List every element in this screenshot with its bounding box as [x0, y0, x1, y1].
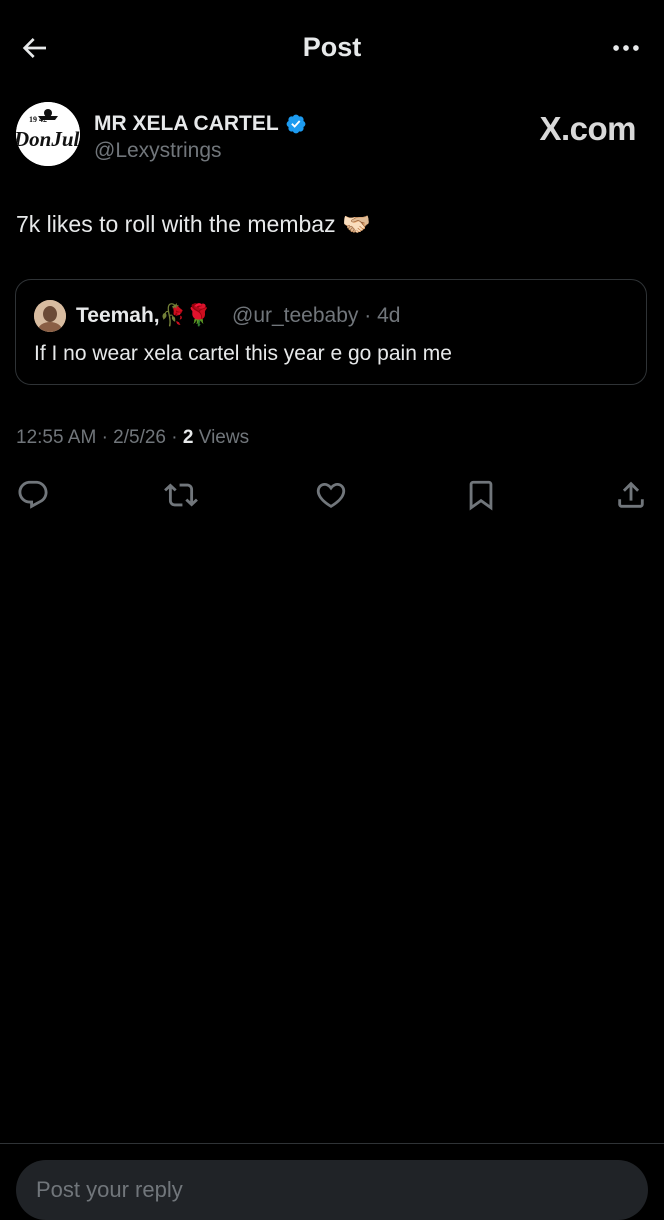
post-time: 12:55 AM: [16, 427, 97, 448]
svg-text:19 42: 19 42: [29, 115, 47, 124]
quote-text: If I no wear xela cartel this year e go …: [34, 342, 452, 365]
post-meta: 12:55 AM · 2/5/26 · 2 Views: [16, 424, 249, 452]
post-date: 2/5/26: [113, 427, 166, 448]
views-count: 2: [182, 427, 194, 448]
quoted-post[interactable]: Teemah,🥀🌹 @ur_teebaby · 4d If I no wear …: [15, 279, 647, 385]
top-bar: Post: [0, 0, 664, 96]
meta-separator: ·: [101, 427, 108, 448]
avatar[interactable]: 19 42 DonJuli: [16, 102, 80, 166]
meta-separator: ·: [171, 427, 178, 448]
share-icon: [618, 481, 644, 508]
repost-icon: [164, 483, 198, 507]
quote-avatar: [34, 300, 66, 332]
share-button[interactable]: [608, 472, 654, 518]
heart-icon: [316, 482, 346, 508]
avatar-logo: 19 42 DonJuli: [16, 102, 80, 166]
watermark-logo: X.com: [539, 110, 636, 147]
page-title: Post: [302, 32, 362, 62]
reply-bar: [0, 1143, 664, 1220]
author-name[interactable]: MR XELA CARTEL: [94, 111, 307, 137]
author-handle[interactable]: @Lexystrings: [94, 138, 222, 164]
bookmark-button[interactable]: [458, 472, 504, 518]
quote-handle: @ur_teebaby: [232, 304, 359, 327]
action-bar: [0, 472, 664, 518]
quote-author-meta: @ur_teebaby · 4d: [232, 302, 400, 330]
author-name-text: MR XELA CARTEL: [94, 112, 279, 135]
reply-icon: [18, 480, 48, 509]
bookmark-icon: [469, 480, 493, 511]
more-horizontal-icon: [613, 45, 639, 51]
reply-input[interactable]: [16, 1160, 648, 1220]
post-text: 7k likes to roll with the membaz 🫱🏻‍🫲🏼: [16, 211, 371, 237]
quote-age: 4d: [377, 304, 401, 327]
verified-badge-icon: [286, 114, 306, 134]
repost-button[interactable]: [158, 472, 204, 518]
quote-author-name: Teemah,🥀🌹: [76, 304, 212, 327]
reply-button[interactable]: [10, 472, 56, 518]
svg-text:DonJuli: DonJuli: [16, 127, 80, 151]
quote-separator: ·: [364, 304, 372, 327]
more-button[interactable]: [606, 30, 646, 66]
like-button[interactable]: [308, 472, 354, 518]
views-label: Views: [198, 427, 250, 448]
